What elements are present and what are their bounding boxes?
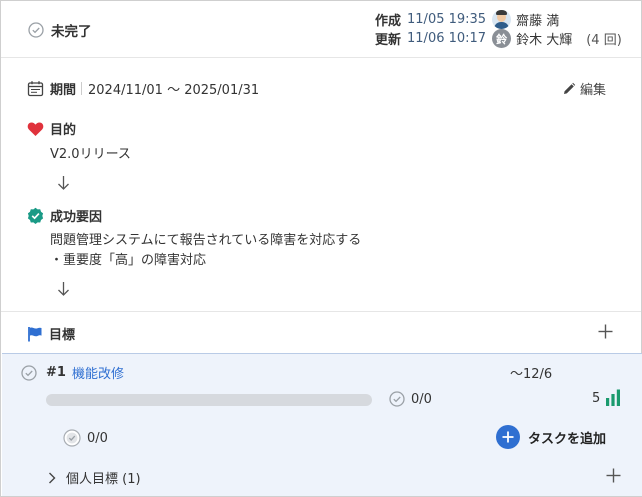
purpose-title: 目的 — [50, 123, 77, 138]
check-circle-icon — [389, 391, 405, 407]
heart-icon — [27, 121, 44, 136]
calendar-icon — [27, 81, 44, 97]
chevron-right-icon — [49, 472, 56, 483]
goal-title-link[interactable]: 機能改修 — [72, 363, 124, 382]
edit-button[interactable]: 編集 — [562, 79, 606, 98]
goal-progress-bar — [46, 394, 372, 406]
goal-due-date: 〜12/6 — [510, 367, 553, 382]
updated-user[interactable]: 鈴木 大輝 — [516, 29, 572, 48]
subtask-value: 0/0 — [87, 430, 108, 446]
goal-detail-panel: 未完了 作成 11/05 19:35 齋藤 満 更新 11/06 10:17 鈴… — [0, 0, 642, 497]
goals-title: 目標 — [49, 328, 76, 343]
subtask-count: 0/0 — [63, 429, 108, 447]
success-text: 問題管理システムにて報告されている障害を対応する ・重要度「高」の障害対応 — [50, 231, 361, 271]
plus-icon — [598, 324, 613, 339]
purpose-text: V2.0リリース — [50, 147, 131, 162]
plus-icon — [496, 425, 520, 449]
goal-task-count: 0/0 — [389, 391, 432, 407]
header: 未完了 作成 11/05 19:35 齋藤 満 更新 11/06 10:17 鈴… — [1, 1, 641, 58]
purpose-header: 目的 — [27, 119, 76, 138]
goal-level-value: 5 — [592, 391, 601, 406]
status[interactable]: 未完了 — [28, 20, 92, 40]
add-personal-goal-button[interactable] — [606, 468, 621, 487]
avatar — [492, 10, 512, 29]
created-label: 作成 — [375, 14, 402, 29]
signal-bars-icon — [606, 389, 621, 406]
add-task-label: タスクを追加 — [528, 431, 607, 447]
check-circle-icon — [63, 429, 81, 447]
updated-datetime: 11/06 10:17 — [407, 31, 487, 46]
success-line: ・重要度「高」の障害対応 — [50, 253, 207, 268]
check-circle-icon — [28, 22, 44, 38]
arrow-down-icon — [57, 175, 70, 195]
arrow-down-icon — [57, 281, 70, 301]
avatar: 鈴 — [492, 29, 512, 48]
goals-section: 目標 — [1, 311, 641, 353]
status-label: 未完了 — [51, 24, 92, 40]
check-circle-icon[interactable] — [21, 364, 37, 381]
personal-goals-label: 個人目標 (1) — [66, 472, 141, 487]
updated-label: 更新 — [375, 33, 402, 48]
divider — [81, 82, 83, 95]
period-row: 期間 2024/11/01 〜 2025/01/31 — [27, 79, 259, 98]
period-value: 2024/11/01 〜 2025/01/31 — [88, 83, 260, 98]
update-count[interactable]: (4 回) — [586, 29, 622, 48]
goals-header: 目標 — [27, 324, 75, 343]
success-title: 成功要因 — [50, 210, 103, 225]
created-info: 作成 11/05 19:35 齋藤 満 — [375, 10, 559, 29]
goal-card[interactable]: #1 機能改修 〜12/6 0/0 5 0/0 タスクを追加 個人目標 (1) — [2, 353, 642, 496]
created-user[interactable]: 齋藤 満 — [516, 10, 559, 29]
add-goal-button[interactable] — [598, 324, 613, 343]
personal-goals-toggle[interactable]: 個人目標 (1) — [48, 468, 141, 487]
add-task-button[interactable]: タスクを追加 — [496, 425, 606, 449]
shield-check-icon — [27, 207, 44, 224]
success-line: 問題管理システムにて報告されている障害を対応する — [50, 233, 362, 248]
plus-icon — [606, 468, 621, 483]
period-label: 期間 — [50, 83, 77, 98]
success-header: 成功要因 — [27, 206, 102, 225]
flag-icon — [28, 326, 42, 341]
updated-info: 更新 11/06 10:17 鈴 鈴木 大輝 (4 回) — [375, 29, 622, 48]
created-datetime: 11/05 19:35 — [407, 12, 487, 27]
goal-header: #1 機能改修 — [21, 363, 124, 382]
goal-level: 5 — [592, 389, 621, 406]
edit-label: 編集 — [580, 83, 607, 98]
pencil-icon — [564, 82, 576, 94]
goal-tasks-value: 0/0 — [411, 391, 432, 407]
goal-number: #1 — [46, 365, 66, 380]
